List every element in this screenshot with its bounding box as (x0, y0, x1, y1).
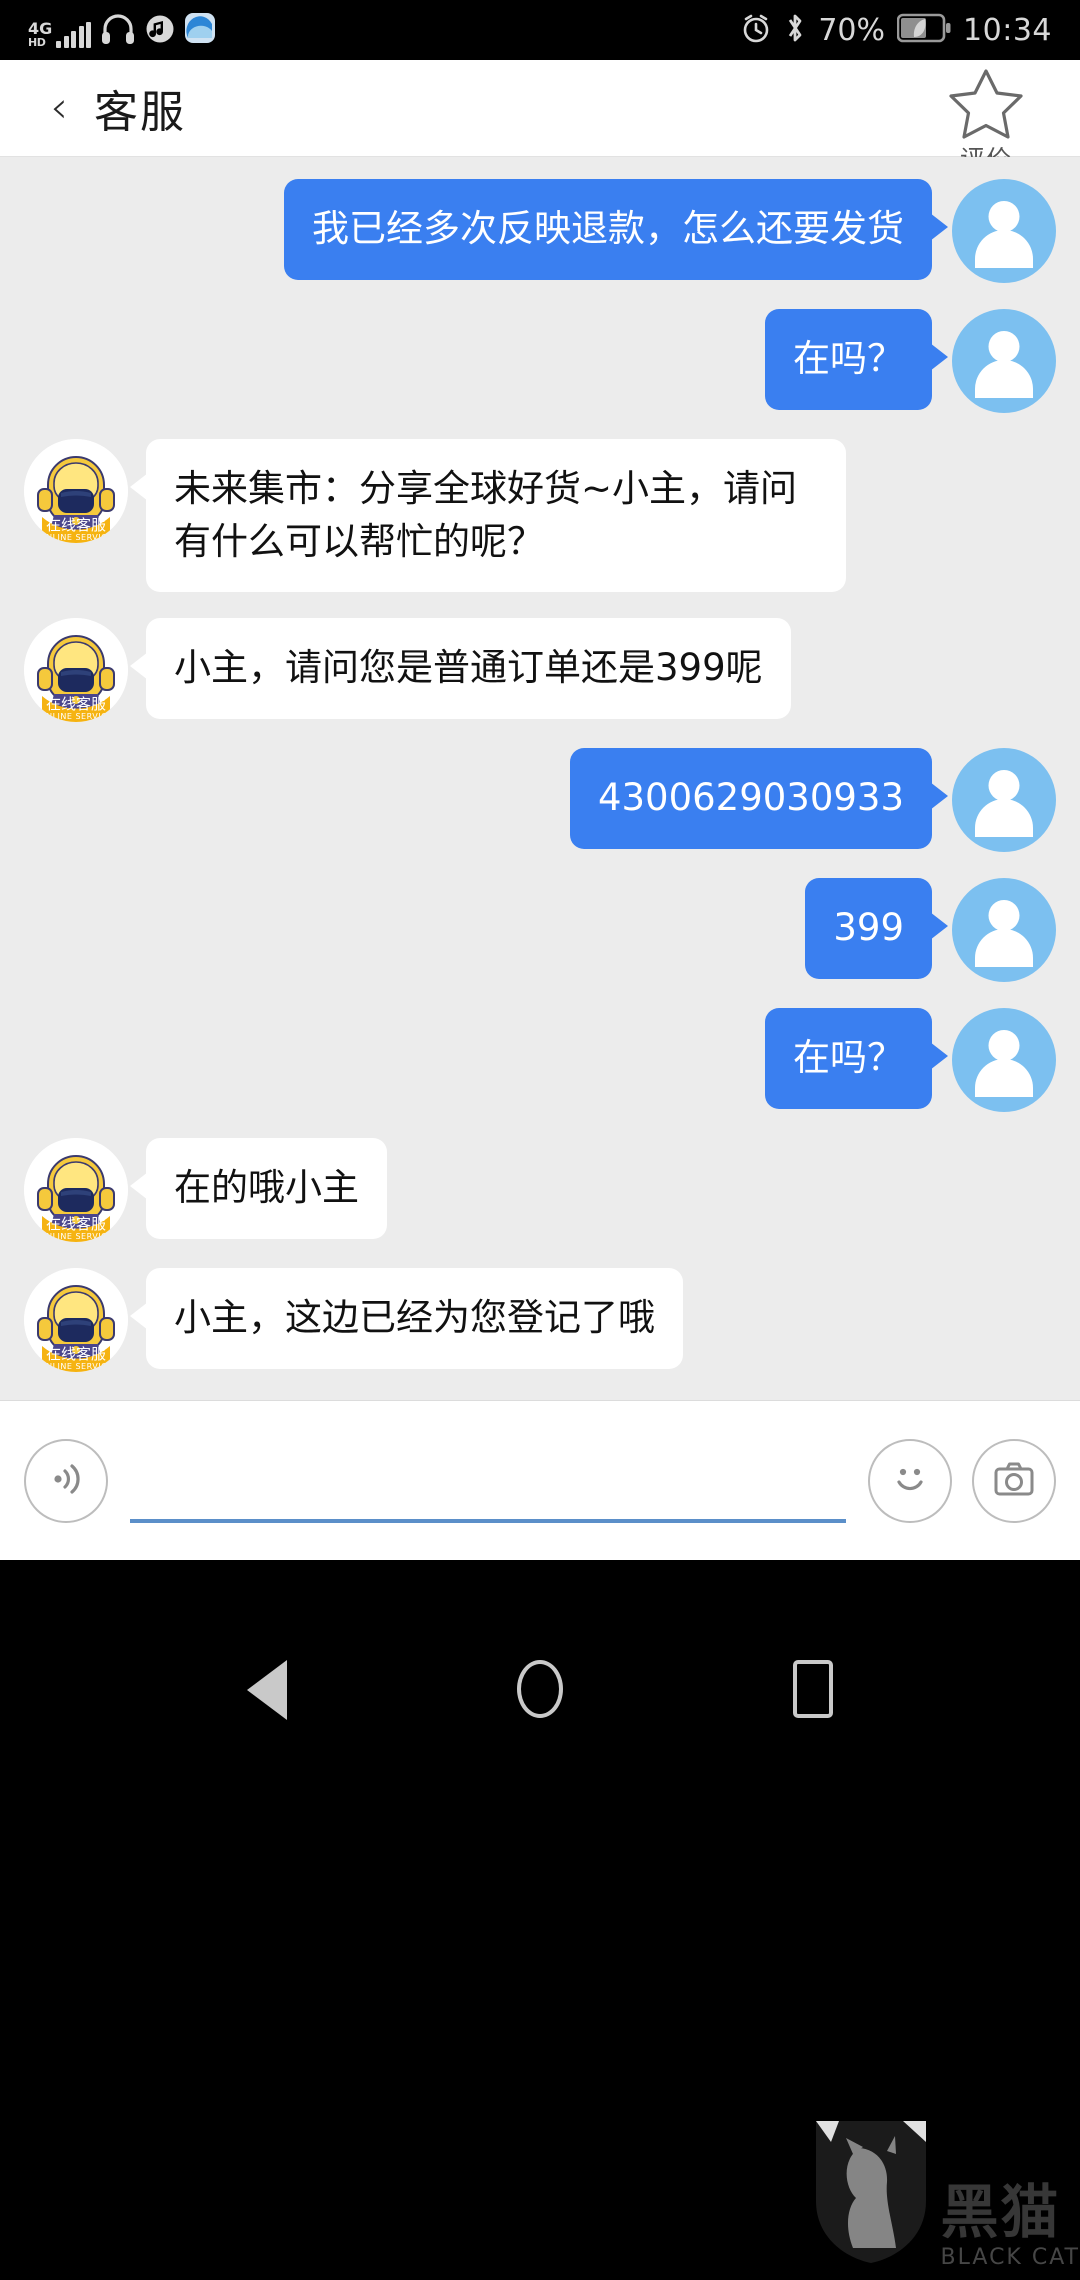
phone-screen: 4G HD 70% 10:34 ‹ 客服 我已经多次反映退款，怎么还要发货 在吗… (0, 0, 1080, 2280)
network-type-label: 4G (28, 19, 53, 38)
clock-label: 10:34 (963, 12, 1052, 48)
black-cat-logo-icon (801, 2116, 941, 2270)
incoming-message-bubble[interactable]: 小主，请问您是普通订单还是399呢 (130, 618, 791, 719)
status-bar: 4G HD 70% 10:34 (0, 0, 1080, 60)
message-input-bar (0, 1400, 1080, 1560)
watermark-cn-label: 黑猫 (940, 2178, 1061, 2246)
page-title: 客服 (94, 87, 186, 138)
outgoing-message-bubble[interactable]: 4300629030933 (569, 748, 949, 849)
star-icon (947, 66, 1025, 144)
user-avatar[interactable] (952, 309, 1056, 413)
chat-message-row: 4300629030933 (0, 748, 1080, 853)
voice-input-button[interactable] (24, 1438, 108, 1523)
smiley-icon (884, 1453, 936, 1509)
chat-message-row: 我已经多次反映退款，怎么还要发货 (0, 179, 1080, 283)
svg-text:在线客服: 在线客服 (46, 1215, 106, 1233)
nav-recents-square-icon[interactable] (793, 1660, 833, 1718)
agent-avatar[interactable]: 在线客服 ONLINE SERVICE (24, 1138, 128, 1243)
chat-message-row: 在线客服 ONLINE SERVICE 在的哦小主 (0, 1138, 1080, 1243)
chat-message-row: 在线客服 ONLINE SERVICE 小主，这边已经为您登记了哦 (0, 1268, 1080, 1373)
camera-button[interactable] (972, 1438, 1056, 1523)
music-note-icon (145, 14, 175, 48)
astronaut-helmet-icon: 在线客服ONLINE SERVICE (24, 1138, 128, 1243)
camera-icon (991, 1457, 1037, 1505)
battery-icon (896, 13, 951, 47)
emoji-button[interactable] (868, 1438, 952, 1523)
astronaut-helmet-icon: 在线客服ONLINE SERVICE (24, 1268, 128, 1373)
astronaut-helmet-icon: 在线客服ONLINE SERVICE (24, 439, 128, 543)
user-avatar[interactable] (952, 179, 1056, 283)
status-bar-right: 70% 10:34 (740, 11, 1052, 49)
headphones-icon (101, 14, 135, 48)
svg-text:ONLINE SERVICE: ONLINE SERVICE (39, 1362, 112, 1371)
user-avatar[interactable] (952, 1008, 1056, 1113)
input-underline (130, 1518, 846, 1523)
alarm-icon (740, 12, 772, 48)
message-input[interactable] (130, 1472, 846, 1523)
watermark: 黑猫 BLACK CAT (801, 2116, 1080, 2270)
svg-text:在线客服: 在线客服 (46, 1345, 106, 1363)
android-navigation-bar: 黑猫 BLACK CAT (0, 1560, 1080, 2280)
message-input-field[interactable] (130, 1439, 846, 1523)
user-avatar[interactable] (952, 748, 1056, 853)
svg-text:在线客服: 在线客服 (46, 695, 106, 713)
agent-avatar[interactable]: 在线客服 ONLINE SERVICE (24, 618, 128, 723)
bluetooth-icon (784, 11, 806, 49)
chat-message-row: 在吗？ (0, 1008, 1080, 1113)
svg-text:ONLINE SERVICE: ONLINE SERVICE (39, 533, 112, 542)
svg-text:ONLINE SERVICE: ONLINE SERVICE (39, 712, 112, 721)
chat-message-row: 在吗？ (0, 309, 1080, 413)
app-header: ‹ 客服 评价 (0, 60, 1080, 174)
chat-message-row: 399 (0, 878, 1080, 983)
incoming-message-bubble[interactable]: 小主，这边已经为您登记了哦 (130, 1268, 683, 1369)
nav-back-triangle-icon[interactable] (247, 1660, 287, 1720)
user-avatar[interactable] (952, 878, 1056, 983)
input-action-buttons (868, 1438, 1056, 1523)
network-sub-label: HD (28, 36, 46, 49)
incoming-message-bubble[interactable]: 在的哦小主 (130, 1138, 387, 1239)
agent-avatar[interactable]: 在线客服 ONLINE SERVICE (24, 1268, 128, 1373)
app-icon (185, 12, 216, 48)
agent-avatar[interactable]: 在线客服 ONLINE SERVICE (24, 439, 128, 543)
outgoing-message-bubble[interactable]: 在吗？ (765, 1008, 948, 1109)
svg-text:ONLINE SERVICE: ONLINE SERVICE (39, 1232, 112, 1241)
status-bar-left: 4G HD (28, 12, 216, 49)
chat-message-row: 在线客服 ONLINE SERVICE 未来集市：分享全球好货~小主，请问有什么可以… (0, 439, 1080, 593)
signal-bars-icon: 4G HD (28, 19, 92, 49)
incoming-message-bubble[interactable]: 未来集市：分享全球好货~小主，请问有什么可以帮忙的呢？ (130, 439, 846, 593)
chat-message-row: 在线客服 ONLINE SERVICE 小主，请问您是普通订单还是399呢 (0, 618, 1080, 723)
outgoing-message-bubble[interactable]: 在吗？ (765, 309, 948, 410)
watermark-en-label: BLACK CAT (940, 2245, 1080, 2270)
back-button[interactable]: ‹ (24, 86, 94, 130)
chat-message-list[interactable]: 我已经多次反映退款，怎么还要发货 在吗？ 在线客服 ONLINE SERVICE 未来集… (0, 157, 1080, 1400)
battery-percent-label: 70% (818, 12, 886, 48)
outgoing-message-bubble[interactable]: 我已经多次反映退款，怎么还要发货 (284, 179, 948, 280)
outgoing-message-bubble[interactable]: 399 (805, 878, 948, 979)
svg-text:在线客服: 在线客服 (46, 516, 106, 534)
astronaut-helmet-icon: 在线客服ONLINE SERVICE (24, 618, 128, 723)
nav-home-circle-icon[interactable] (517, 1660, 563, 1718)
voice-wave-icon (45, 1458, 87, 1504)
